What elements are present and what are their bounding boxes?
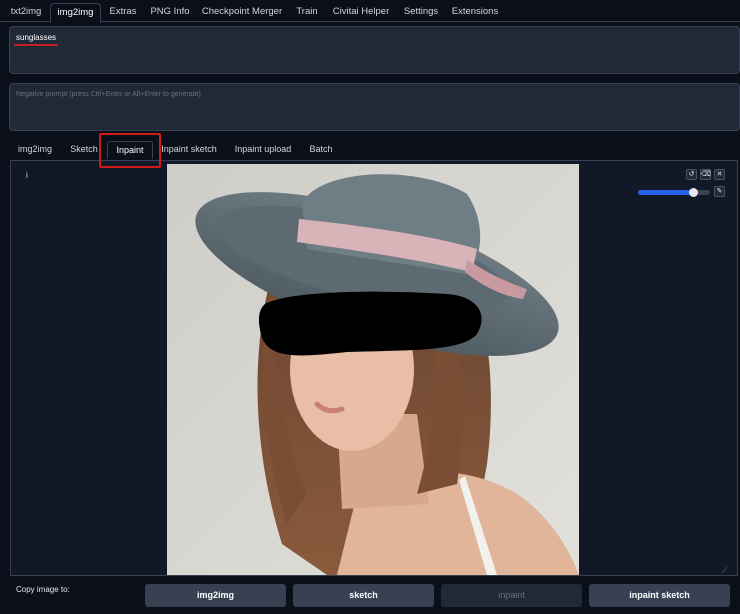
brush-icon[interactable]: ✎	[714, 186, 725, 197]
portrait-image	[167, 164, 579, 575]
red-underline	[14, 44, 58, 46]
tab-txt2img[interactable]: txt2img	[4, 3, 48, 22]
tab-civitai-helper[interactable]: Civitai Helper	[330, 3, 392, 22]
copy-image-to-label: Copy image to:	[16, 585, 70, 594]
tab-train[interactable]: Train	[292, 3, 322, 22]
tab-settings[interactable]: Settings	[400, 3, 442, 22]
subtab-sketch[interactable]: Sketch	[64, 141, 104, 159]
subtab-inpaint[interactable]: Inpaint	[107, 141, 153, 159]
slider-fill	[638, 190, 693, 195]
brush-size-slider[interactable]	[638, 188, 710, 197]
subtab-inpaint-sketch[interactable]: Inpaint sketch	[158, 141, 220, 159]
resize-grip-icon[interactable]: ⟋	[722, 567, 730, 575]
negative-prompt-placeholder: Negative prompt (press Ctrl+Enter or Alt…	[16, 91, 201, 98]
inpaint-canvas[interactable]	[167, 164, 579, 575]
subtab-inpaint-upload[interactable]: Inpaint upload	[230, 141, 296, 159]
slider-thumb[interactable]	[688, 188, 698, 197]
tab-extensions[interactable]: Extensions	[450, 3, 500, 22]
prompt-input[interactable]: sunglasses	[9, 26, 740, 74]
top-nav-tabs: txt2img img2img Extras PNG Info Checkpoi…	[0, 0, 740, 23]
copy-to-img2img-button[interactable]: img2img	[145, 584, 286, 607]
tab-img2img[interactable]: img2img	[50, 3, 101, 23]
copy-to-inpaint-button[interactable]: inpaint	[441, 584, 582, 607]
subtab-img2img[interactable]: img2img	[12, 141, 58, 159]
copy-to-sketch-button[interactable]: sketch	[293, 584, 434, 607]
undo-icon[interactable]: ↺	[686, 169, 697, 180]
prompt-value: sunglasses	[16, 33, 57, 42]
tab-png-info[interactable]: PNG Info	[146, 3, 194, 22]
subtab-batch[interactable]: Batch	[303, 141, 339, 159]
clear-icon[interactable]: ⌫	[700, 169, 711, 180]
close-icon[interactable]: ✕	[714, 169, 725, 180]
copy-to-inpaint-sketch-button[interactable]: inpaint sketch	[589, 584, 730, 607]
img2img-mode-tabs: img2img Sketch Inpaint Inpaint sketch In…	[0, 140, 740, 160]
tab-extras[interactable]: Extras	[106, 3, 140, 22]
image-panel-label: i	[26, 171, 28, 180]
tab-checkpoint-merger[interactable]: Checkpoint Merger	[200, 3, 284, 22]
negative-prompt-input[interactable]: Negative prompt (press Ctrl+Enter or Alt…	[9, 83, 740, 131]
